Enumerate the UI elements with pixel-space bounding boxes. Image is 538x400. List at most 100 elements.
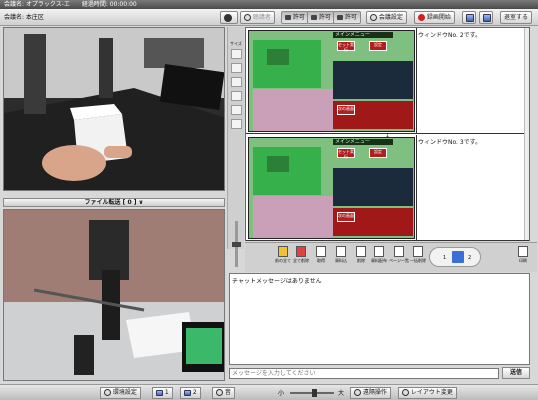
print-icon <box>518 246 528 257</box>
screen-button-1[interactable] <box>462 11 476 24</box>
distribute-label: 資料配布 <box>371 258 387 263</box>
distribute-icon <box>374 246 384 257</box>
gear-icon <box>104 389 111 396</box>
exit-button[interactable]: 退室する <box>500 11 533 24</box>
grid-icon <box>413 246 423 257</box>
capture-label: 取得 <box>317 258 325 263</box>
screen-button-2[interactable] <box>479 11 493 24</box>
capture-button[interactable]: 取得 <box>311 246 331 263</box>
sound-button[interactable]: 音 <box>212 387 235 399</box>
document-page-1: メインメニュー セット実行 設定 次の画面 ウィンドウNo. 2です。 <box>246 28 529 134</box>
chat-empty-message: チャットメッセージはありません <box>232 278 322 285</box>
folder-icon <box>278 246 288 257</box>
audience-button[interactable]: 聴講者 <box>240 11 275 24</box>
page-list-button[interactable]: ページ一覧 <box>389 246 409 263</box>
meeting-settings-button[interactable]: 会議設定 <box>366 11 407 24</box>
page-caption-2: ウィンドウNo. 3です。 <box>418 139 482 146</box>
document-toolbar: 前の全て 全て削除 取得 資料込 削除 資料配布 ページ一覧 一括削除 1 2 … <box>245 242 537 272</box>
camera-button-1[interactable]: 1 <box>152 387 173 399</box>
import-button[interactable]: 資料込 <box>331 246 351 263</box>
user-button[interactable] <box>220 11 238 24</box>
mini-button: 設定 <box>369 41 387 51</box>
lock-icon <box>285 15 291 20</box>
sound-label: 音 <box>224 389 231 396</box>
lock-icon <box>337 15 343 20</box>
document-scrollbar[interactable] <box>524 28 529 240</box>
exit-label: 退室する <box>504 14 529 21</box>
import-icon <box>336 246 346 257</box>
layout-change-button[interactable]: レイアウト変更 <box>398 387 457 399</box>
prev-all-label: 前の全て <box>275 258 291 263</box>
import-label: 資料込 <box>335 258 347 263</box>
send-button[interactable]: 送信 <box>502 367 530 379</box>
document-page-2: メインメニュー セット実行 設定 次の画面 ウィンドウNo. 3です。 <box>246 135 529 241</box>
camera-label-1: 1 <box>164 389 169 396</box>
delete-icon <box>296 246 306 257</box>
distribute-button[interactable]: 資料配布 <box>369 246 389 263</box>
mini-title: メインメニュー <box>333 32 393 38</box>
camera-icon <box>156 389 163 396</box>
mini-panel <box>267 49 289 65</box>
main-toolbar: 会議名: 本庄区 聴講者 許可 許可 許可 会議設定 録画開始 退室する <box>0 9 538 26</box>
slide-thumbnail-1[interactable]: メインメニュー セット実行 設定 次の画面 <box>248 30 415 132</box>
permit-button-1[interactable]: 許可 <box>281 11 309 24</box>
status-bar: 環境設定 1 2 音 小 大 遠隔操作 レイアウト変更 <box>0 384 538 400</box>
video-feed-bottom <box>3 209 225 381</box>
pointer-tool[interactable] <box>231 49 242 59</box>
permit-button-2[interactable]: 許可 <box>307 11 335 24</box>
volume-slider-thumb[interactable] <box>311 389 317 397</box>
environment-settings-button[interactable]: 環境設定 <box>100 387 141 399</box>
book-icon <box>452 251 464 263</box>
page-caption-1: ウィンドウNo. 2です。 <box>418 32 482 39</box>
mini-panel <box>333 61 413 99</box>
prev-all-button[interactable]: 前の全て <box>273 246 293 263</box>
rect-tool[interactable] <box>231 105 242 115</box>
zoom-slider-thumb[interactable] <box>232 242 241 247</box>
remote-operation-label: 遠隔操作 <box>362 389 387 396</box>
file-transfer-bar[interactable]: ファイル転送 [ 0 ] ∨ <box>3 198 225 207</box>
record-button[interactable]: 録画開始 <box>414 11 455 24</box>
eraser-tool[interactable] <box>231 119 242 129</box>
camera-button-2[interactable]: 2 <box>180 387 201 399</box>
delete-page-icon <box>356 246 366 257</box>
slide-thumbnail-2[interactable]: メインメニュー セット実行 設定 次の画面 <box>248 137 415 239</box>
chat-input[interactable] <box>229 368 499 379</box>
mini-title: メインメニュー <box>333 139 393 145</box>
record-label: 録画開始 <box>426 14 451 21</box>
camera-view-bottom <box>4 210 224 380</box>
delete-button[interactable]: 削除 <box>351 246 371 263</box>
page-control[interactable]: 1 2 <box>429 247 481 267</box>
permit-label-3: 許可 <box>344 14 357 21</box>
elapsed-time: 経過時間: 00:00:00 <box>81 1 137 8</box>
video-feed-top <box>3 27 225 191</box>
meeting-name: 会議名: 本庄区 <box>4 14 44 21</box>
audience-icon <box>244 14 251 21</box>
camera-label-2: 2 <box>192 389 197 396</box>
divider <box>416 135 417 241</box>
settings-label: 会議設定 <box>378 14 403 21</box>
remote-icon <box>354 389 361 396</box>
print-label: 印刷 <box>519 258 527 263</box>
bulk-delete-button[interactable]: 一括削除 <box>408 246 428 263</box>
pen-tool[interactable] <box>231 63 242 73</box>
line-tool[interactable] <box>231 77 242 87</box>
circle-tool[interactable] <box>231 91 242 101</box>
permit-label-2: 許可 <box>318 14 331 21</box>
delete-all-label: 全て削除 <box>293 258 309 263</box>
lock-icon <box>311 15 317 20</box>
settings-icon <box>370 14 377 21</box>
grid-icon <box>394 246 404 257</box>
file-transfer-label: ファイル転送 [ 0 ] ∨ <box>84 199 144 206</box>
chat-log: チャットメッセージはありません <box>229 273 530 365</box>
divider <box>416 28 417 134</box>
permit-button-3[interactable]: 許可 <box>333 11 361 24</box>
delete-all-button[interactable]: 全て削除 <box>291 246 311 263</box>
window-icon <box>483 13 491 22</box>
layout-icon <box>402 389 409 396</box>
remote-operation-button[interactable]: 遠隔操作 <box>350 387 391 399</box>
print-button[interactable]: 印刷 <box>513 246 533 263</box>
environment-settings-label: 環境設定 <box>112 389 137 396</box>
mini-panel <box>253 196 333 238</box>
capture-icon <box>316 246 326 257</box>
mini-button: 設定 <box>369 148 387 158</box>
